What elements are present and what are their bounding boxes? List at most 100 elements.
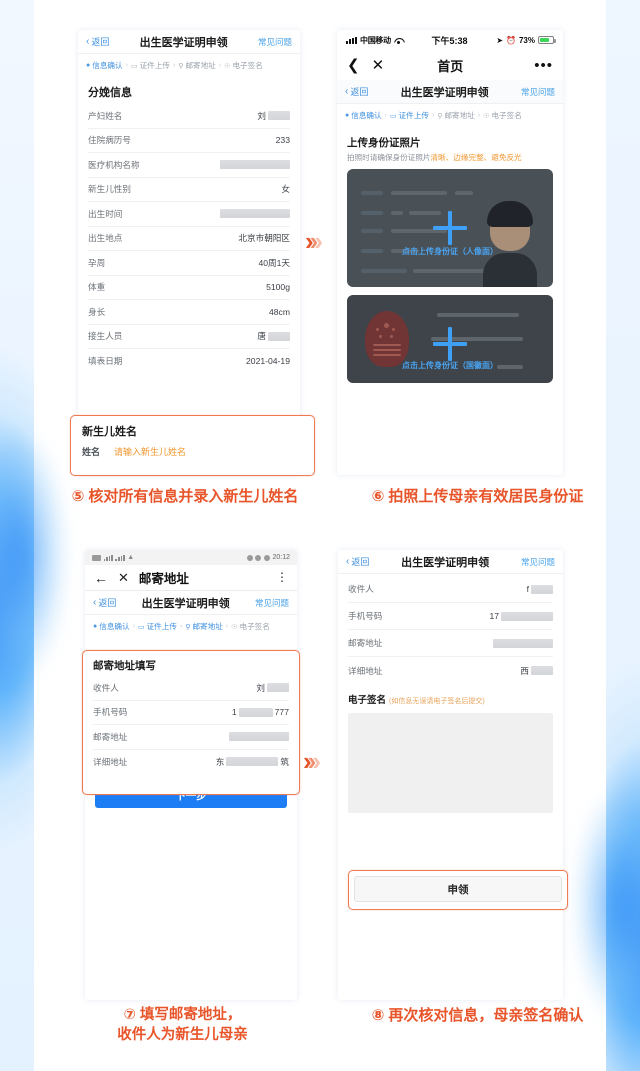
- table-row[interactable]: 收件人 f: [348, 576, 553, 603]
- more-menu-icon[interactable]: •••: [534, 58, 553, 73]
- status-right: 20:12: [246, 554, 290, 561]
- breadcrumb-step-sign[interactable]: ☉ 电子签名: [483, 110, 522, 121]
- upload-sub-accent: 清晰、边缘完整、避免反光: [430, 153, 522, 162]
- redaction-block: [220, 160, 290, 170]
- table-row[interactable]: 接生人员 唐: [88, 325, 290, 349]
- back-button[interactable]: ‹ 返回: [345, 85, 368, 98]
- newborn-name-input[interactable]: 请输入新生儿姓名: [114, 445, 186, 458]
- table-row[interactable]: 手机号码 1 777: [93, 701, 289, 725]
- card-placeholder-line: [391, 191, 447, 195]
- table-row[interactable]: 邮寄地址: [348, 630, 553, 657]
- table-row[interactable]: 收件人 刘: [93, 676, 289, 701]
- upload-card-front[interactable]: 点击上传身份证（人像面）: [347, 169, 553, 287]
- field-value-text: f: [526, 584, 529, 594]
- faq-link[interactable]: 常见问题: [521, 86, 555, 98]
- step5-sub-header: ‹ 返回 出生医学证明申领 常见问题: [78, 30, 300, 54]
- info-icon: ●: [93, 623, 98, 630]
- breadcrumb-label: 证件上传: [139, 61, 170, 70]
- faq-link[interactable]: 常见问题: [255, 597, 289, 609]
- back-button[interactable]: ‹ 返回: [86, 35, 109, 48]
- page-title: 出生医学证明申领: [401, 556, 490, 569]
- breadcrumb-step-info[interactable]: ● 信息确认: [345, 110, 382, 121]
- field-value: 1 777: [232, 707, 289, 717]
- back-button[interactable]: ‹ 返回: [93, 596, 116, 609]
- table-row[interactable]: 产妇姓名 刘: [88, 104, 290, 129]
- redaction-block: [531, 584, 553, 594]
- caption-step7-line2: 收件人为新生儿母亲: [117, 1026, 248, 1043]
- page-title: 出生医学证明申领: [400, 86, 489, 99]
- signature-canvas[interactable]: [348, 713, 553, 813]
- table-row[interactable]: 孕周 40周1天: [88, 251, 290, 276]
- faq-link[interactable]: 常见问题: [521, 556, 555, 568]
- table-row[interactable]: 详细地址 东 筑: [93, 750, 289, 775]
- field-label: 体重: [88, 282, 106, 293]
- wifi-icon: [394, 37, 403, 44]
- sign-icon: ☉: [483, 112, 490, 120]
- breadcrumb-step-upload[interactable]: ▭ 证件上传: [138, 621, 177, 632]
- field-value: [493, 638, 553, 648]
- battery-icon: [538, 36, 556, 44]
- breadcrumb-step-info[interactable]: ● 信息确认: [93, 621, 130, 632]
- field-value-prefix: 1: [231, 707, 237, 718]
- wechat-page-title: 首页: [437, 58, 464, 74]
- android-nav-bar: ← ✕ 邮寄地址 ⋮: [85, 565, 297, 591]
- back-label: 返回: [350, 87, 369, 97]
- chevron-left-icon: ‹: [93, 597, 97, 608]
- back-arrow-icon[interactable]: ←: [94, 571, 108, 585]
- field-label: 手机号码: [93, 707, 128, 718]
- page-title: 出生医学证明申领: [139, 36, 228, 49]
- table-row[interactable]: 邮寄地址: [93, 725, 289, 750]
- breadcrumb-step-address[interactable]: ⚲ 邮寄地址: [437, 110, 475, 121]
- chevron-right-icon: ›: [132, 623, 135, 630]
- breadcrumb-step-address[interactable]: ⚲ 邮寄地址: [178, 60, 216, 71]
- table-row[interactable]: 体重 5100g: [88, 276, 290, 300]
- breadcrumb-step-address[interactable]: ⚲ 邮寄地址: [185, 621, 223, 632]
- claim-button[interactable]: 申领: [354, 876, 562, 902]
- field-value: [220, 160, 290, 170]
- close-icon[interactable]: ✕: [118, 571, 129, 584]
- table-row[interactable]: 出生地点 北京市朝阳区: [88, 227, 290, 251]
- field-value: f: [527, 584, 553, 594]
- card-placeholder-line: [361, 229, 383, 233]
- upload-card-back[interactable]: 点击上传身份证（国徽面）: [347, 295, 553, 383]
- pin-icon: ⚲: [437, 112, 443, 120]
- right-gradient-decoration: [606, 0, 640, 1071]
- field-value: 48cm: [268, 306, 290, 317]
- table-row[interactable]: 填表日期 2021-04-19: [88, 349, 290, 374]
- back-label: 返回: [91, 37, 110, 47]
- table-row[interactable]: 身长 48cm: [88, 300, 290, 325]
- breadcrumb-step-info[interactable]: ● 信息确认: [86, 60, 123, 71]
- chevron-left-icon: ‹: [345, 86, 349, 97]
- back-button[interactable]: ‹ 返回: [346, 555, 369, 568]
- chevron-right-icon: ›: [225, 623, 229, 630]
- clock-label: 20:12: [272, 554, 290, 561]
- sim-icon: [92, 554, 101, 561]
- table-row[interactable]: 住院病历号 233: [88, 129, 290, 153]
- breadcrumb-label: 电子签名: [491, 111, 522, 120]
- breadcrumb-step-sign[interactable]: ☉ 电子签名: [231, 621, 270, 632]
- field-value: 东 筑: [216, 756, 289, 768]
- upload-section-title: 上传身份证照片: [347, 137, 421, 149]
- table-row[interactable]: 新生儿性别 女: [88, 178, 290, 202]
- breadcrumb-label: 信息确认: [92, 61, 123, 70]
- table-row[interactable]: 详细地址 西: [348, 657, 553, 684]
- step7-breadcrumb: ● 信息确认 › ▭ 证件上传 › ⚲ 邮寄地址 › ☉ 电子签名: [85, 615, 297, 638]
- breadcrumb-step-upload[interactable]: ▭ 证件上传: [390, 110, 429, 121]
- card-placeholder-line: [437, 313, 519, 317]
- table-row[interactable]: 手机号码 17: [348, 603, 553, 630]
- overflow-menu-icon[interactable]: ⋮: [276, 571, 288, 583]
- chevron-left-icon: ‹: [346, 556, 350, 567]
- chevron-left-icon: ‹: [86, 36, 90, 47]
- table-row[interactable]: 医疗机构名称: [88, 153, 290, 178]
- clock-label: 下午5:38: [431, 35, 468, 46]
- breadcrumb-step-upload[interactable]: ▭ 证件上传: [131, 60, 170, 71]
- caption-step8: ⑧ 再次核对信息，母亲签名确认: [371, 1007, 584, 1024]
- table-row[interactable]: 出生时间: [88, 202, 290, 227]
- info-icon: ●: [345, 112, 350, 119]
- faq-link[interactable]: 常见问题: [258, 36, 292, 48]
- field-value: 北京市朝阳区: [238, 233, 290, 244]
- breadcrumb-step-sign[interactable]: ☉ 电子签名: [224, 60, 263, 71]
- back-chevron-icon[interactable]: ❮: [347, 58, 360, 73]
- breadcrumb-label: 证件上传: [398, 111, 429, 120]
- battery-percent: 73%: [518, 35, 535, 45]
